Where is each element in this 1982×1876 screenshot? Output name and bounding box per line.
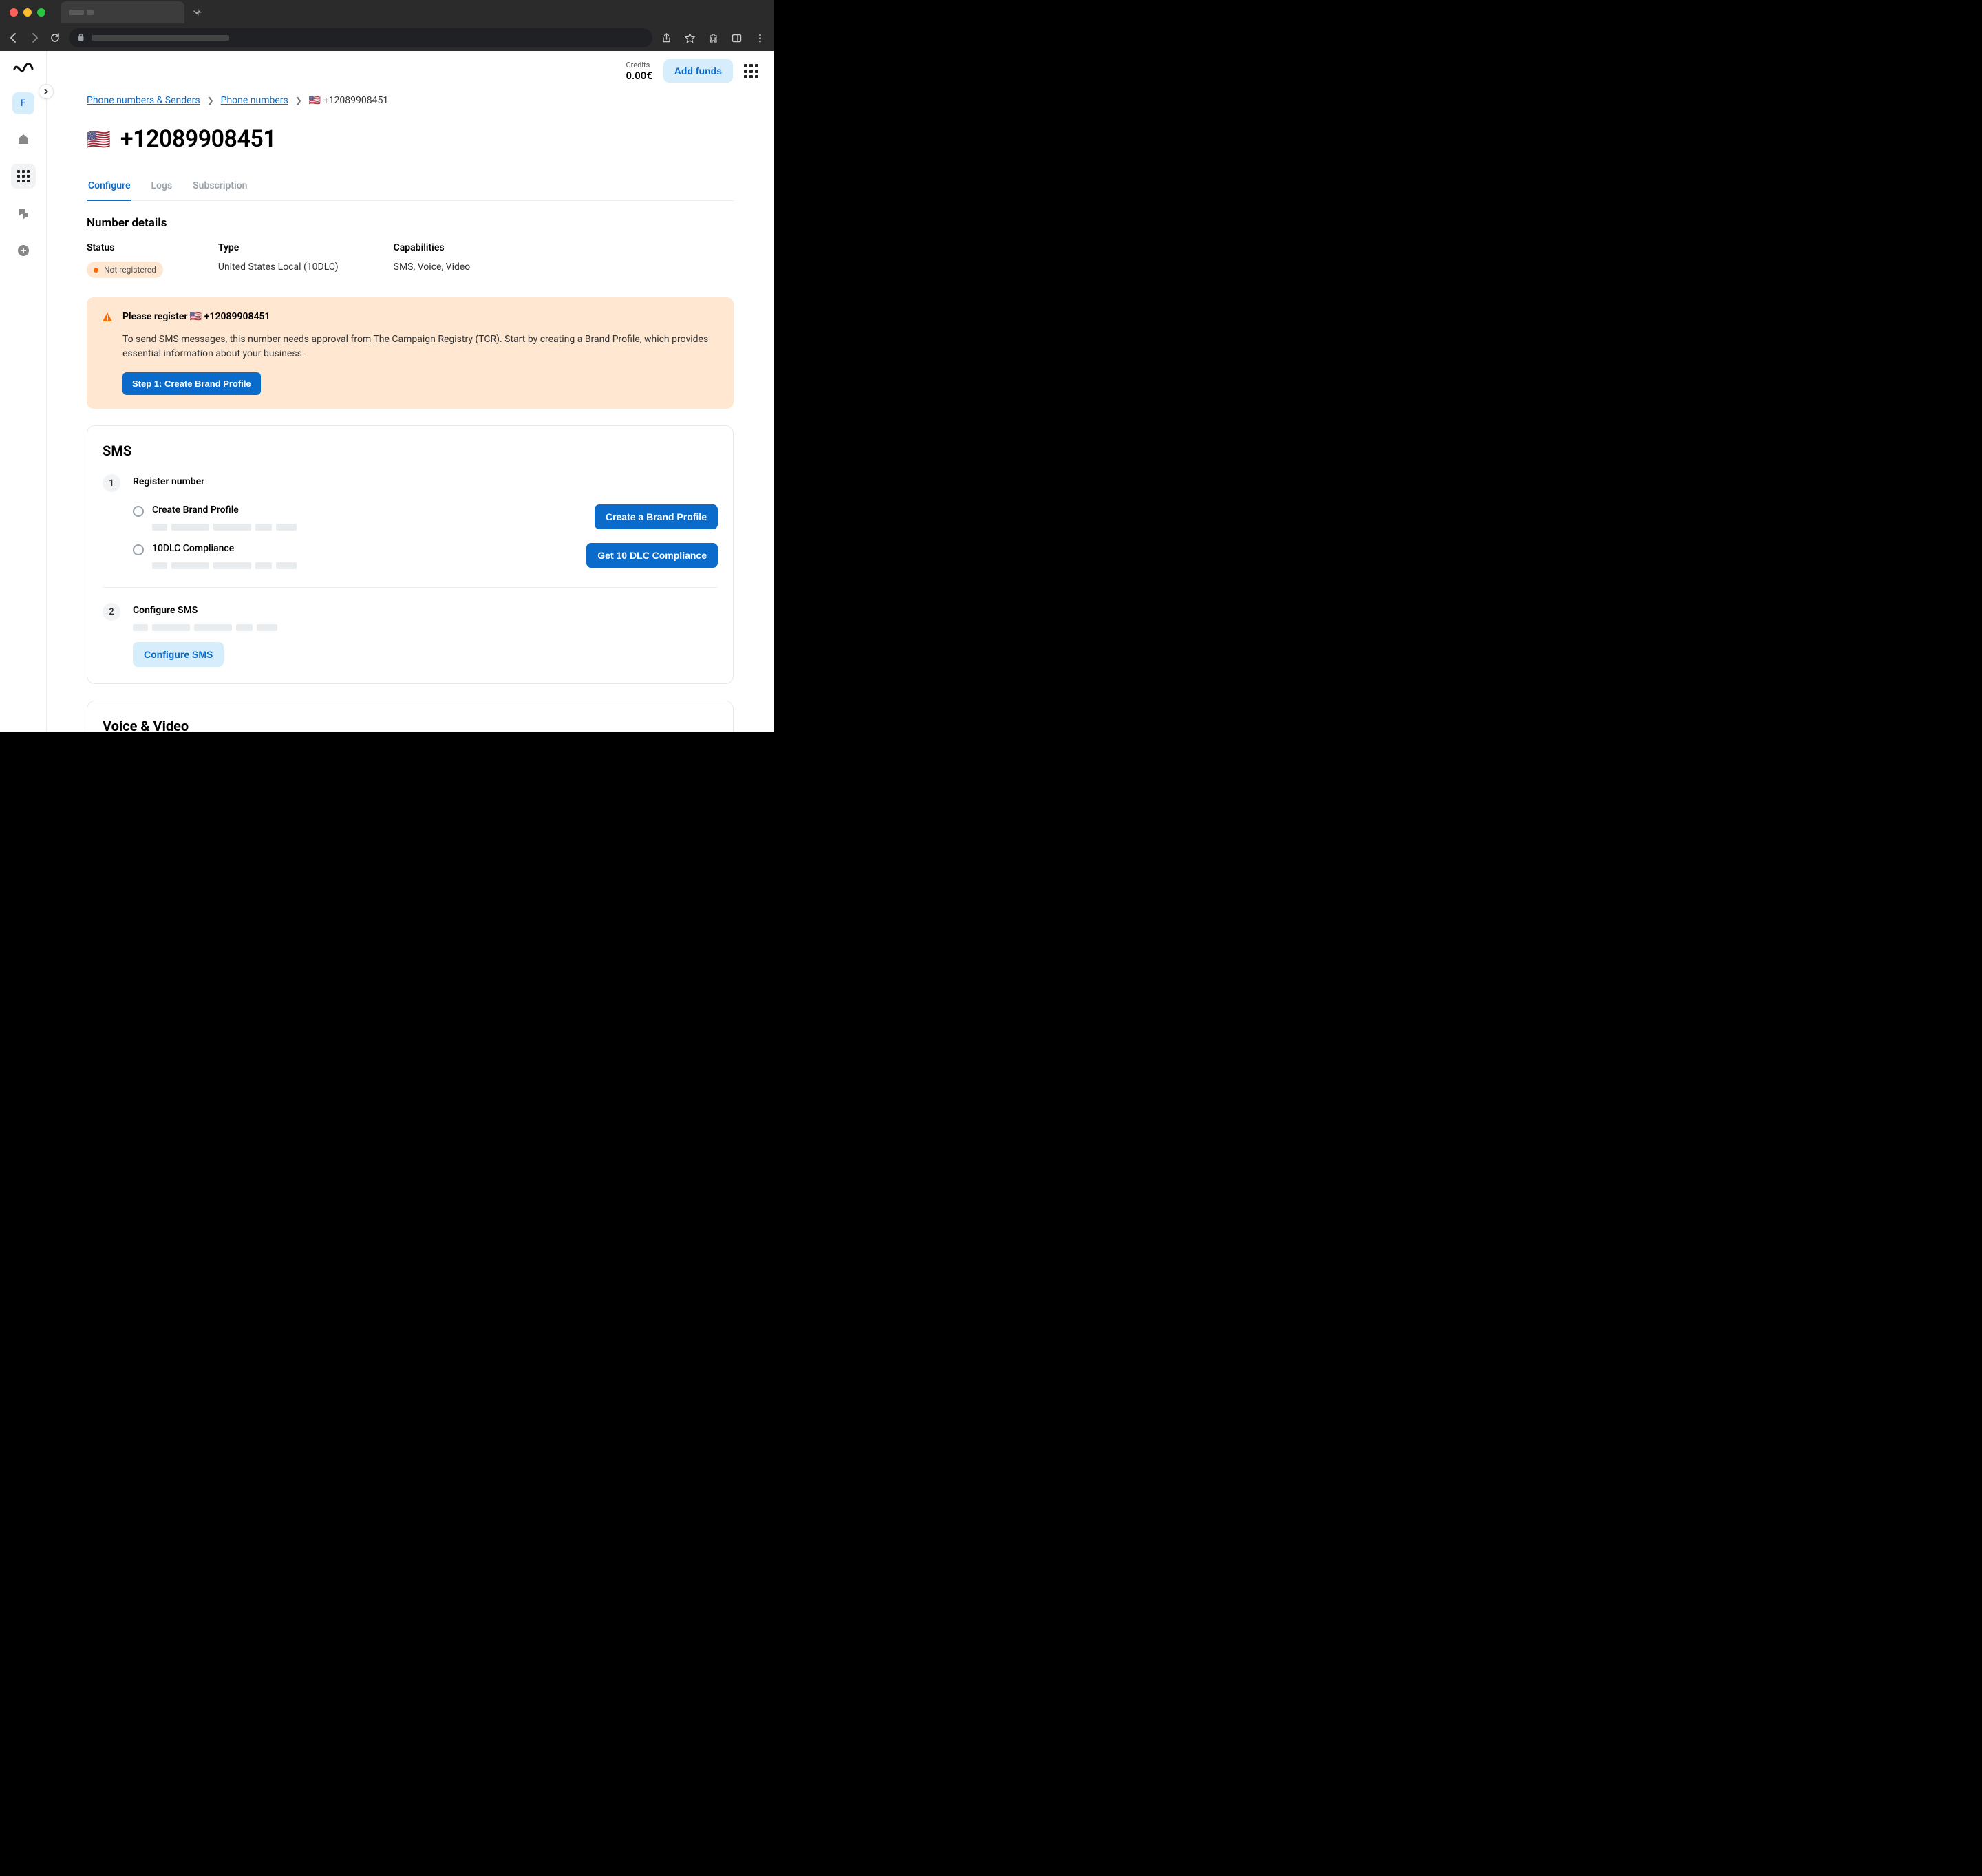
- add-funds-button[interactable]: Add funds: [663, 59, 733, 83]
- country-flag-icon: 🇺🇸: [87, 128, 111, 151]
- page-title: +12089908451: [120, 125, 276, 153]
- register-alert: Please register 🇺🇸 +12089908451 To send …: [87, 297, 734, 409]
- alert-body: To send SMS messages, this number needs …: [122, 332, 718, 361]
- status-badge: Not registered: [87, 262, 163, 278]
- sms-heading: SMS: [103, 443, 718, 459]
- back-button[interactable]: [7, 31, 21, 45]
- forward-button[interactable]: [28, 31, 41, 45]
- sms-card: SMS 1 Register number Create Brand Profi…: [87, 425, 734, 684]
- alert-title: Please register 🇺🇸 +12089908451: [122, 311, 270, 322]
- placeholder-text: [152, 524, 297, 531]
- radio-icon: [133, 506, 144, 517]
- window-minimize[interactable]: [23, 8, 32, 17]
- breadcrumb-second[interactable]: Phone numbers: [221, 95, 288, 106]
- number-details-heading: Number details: [87, 216, 734, 230]
- step-1-title: Register number: [133, 476, 204, 487]
- menu-icon[interactable]: [753, 31, 767, 45]
- tab-subscription[interactable]: Subscription: [191, 175, 248, 201]
- window-maximize[interactable]: [37, 8, 45, 17]
- voice-video-heading: Voice & Video: [103, 718, 718, 732]
- 10dlc-compliance-label: 10DLC Compliance: [152, 543, 297, 554]
- apps-menu-icon[interactable]: [744, 64, 758, 78]
- breadcrumb-current: 🇺🇸 +12089908451: [309, 95, 388, 106]
- status-label: Status: [87, 242, 163, 253]
- credits-amount: 0.00€: [626, 70, 652, 82]
- nav-add-icon[interactable]: [11, 238, 36, 263]
- create-brand-profile-label: Create Brand Profile: [152, 504, 297, 515]
- voice-video-card: Voice & Video Configure Voice & Video: [87, 701, 734, 732]
- placeholder-text: [152, 562, 297, 569]
- capabilities-label: Capabilities: [394, 242, 471, 253]
- address-bar[interactable]: [69, 28, 652, 47]
- avatar-letter: F: [21, 98, 25, 109]
- panel-icon[interactable]: [729, 31, 743, 45]
- nav-conversations-icon[interactable]: [11, 201, 36, 226]
- breadcrumb-root[interactable]: Phone numbers & Senders: [87, 95, 200, 106]
- extensions-icon[interactable]: [706, 31, 720, 45]
- create-brand-profile-button[interactable]: Create a Brand Profile: [595, 504, 718, 529]
- create-brand-profile-step-button[interactable]: Step 1: Create Brand Profile: [122, 372, 261, 395]
- tab-logs[interactable]: Logs: [149, 175, 173, 201]
- tabs-expand-icon[interactable]: [193, 6, 201, 19]
- credits-label: Credits: [626, 61, 652, 70]
- url-text: [92, 35, 229, 41]
- step-1-number: 1: [103, 474, 120, 492]
- configure-sms-button[interactable]: Configure SMS: [133, 642, 224, 667]
- chevron-right-icon: ❯: [295, 96, 302, 105]
- app-logo[interactable]: [12, 61, 35, 77]
- bookmark-icon[interactable]: [683, 31, 696, 45]
- radio-icon: [133, 544, 144, 555]
- breadcrumb: Phone numbers & Senders ❯ Phone numbers …: [87, 95, 734, 106]
- type-label: Type: [218, 242, 339, 253]
- capabilities-value: SMS, Voice, Video: [394, 262, 471, 273]
- step-2-title: Configure SMS: [133, 605, 718, 616]
- nav-home-icon[interactable]: [11, 127, 36, 151]
- nav-dialpad-icon[interactable]: [11, 164, 36, 189]
- chevron-right-icon: ❯: [207, 96, 214, 105]
- workspace-avatar[interactable]: F: [12, 92, 34, 114]
- reload-button[interactable]: [48, 31, 62, 45]
- browser-tab[interactable]: [61, 1, 184, 23]
- step-2-number: 2: [103, 603, 120, 621]
- type-value: United States Local (10DLC): [218, 262, 339, 273]
- share-icon[interactable]: [659, 31, 673, 45]
- window-close[interactable]: [10, 8, 18, 17]
- sidebar-expand-button[interactable]: [39, 84, 54, 99]
- placeholder-text: [133, 624, 718, 631]
- warning-icon: [102, 312, 113, 326]
- tab-configure[interactable]: Configure: [87, 175, 131, 201]
- get-10dlc-compliance-button[interactable]: Get 10 DLC Compliance: [586, 543, 718, 568]
- status-dot-icon: [94, 268, 98, 273]
- lock-icon: [77, 33, 85, 43]
